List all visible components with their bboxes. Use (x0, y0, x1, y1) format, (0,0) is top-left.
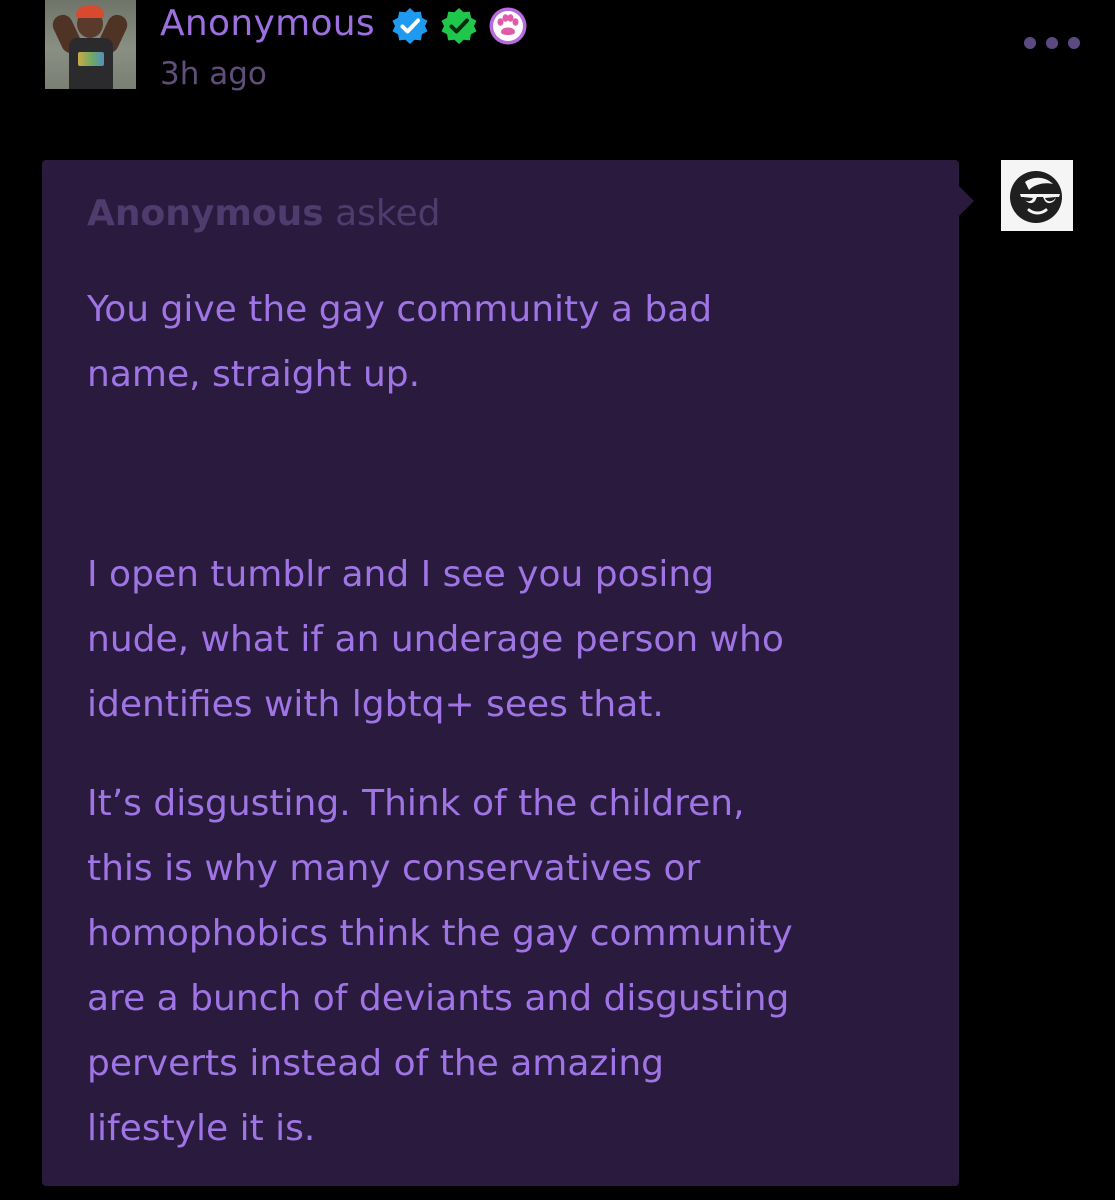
author-username[interactable]: Anonymous (160, 2, 375, 46)
dot-icon (1024, 37, 1036, 49)
ask-paragraph: You give the gay community a bad name, s… (87, 289, 713, 395)
post-timestamp[interactable]: 3h ago (160, 54, 267, 94)
ask-header: Anonymous asked (87, 190, 440, 238)
author-avatar[interactable] (45, 0, 136, 89)
more-options-button[interactable] (1024, 35, 1080, 51)
paw-badge-icon (489, 7, 527, 45)
dot-icon (1068, 37, 1080, 49)
ask-bubble-tail (959, 186, 974, 216)
asker-name: Anonymous (87, 193, 324, 234)
verified-blue-badge-icon (392, 8, 428, 44)
verified-green-badge-icon (441, 8, 477, 44)
anonymous-asker-avatar (1001, 160, 1073, 231)
asked-label: asked (335, 193, 441, 234)
ask-paragraph: It’s disgusting. Think of the children, … (87, 783, 793, 1149)
anonymous-sunglasses-icon (1010, 171, 1062, 223)
ask-paragraph: I open tumblr and I see you posing nude,… (87, 554, 784, 725)
dot-icon (1046, 37, 1058, 49)
